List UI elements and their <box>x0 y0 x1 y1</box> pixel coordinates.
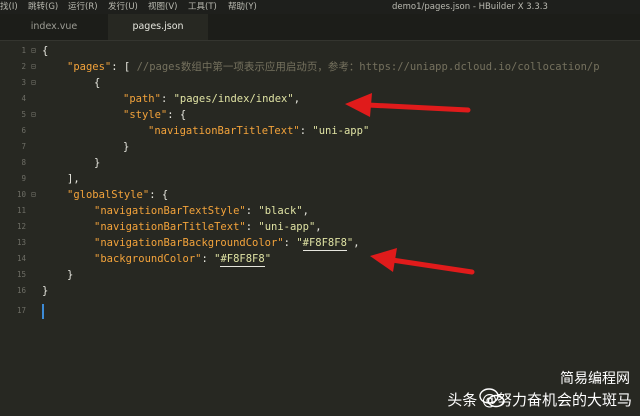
code-line-7: } <box>123 141 130 153</box>
code-line-4: "path": "pages/index/index", <box>123 93 301 105</box>
text-cursor <box>42 304 44 319</box>
tab-index-vue[interactable]: index.vue <box>0 14 108 40</box>
line-number: 15 <box>16 270 26 279</box>
menu-item-help[interactable]: 帮助(Y) <box>228 0 257 14</box>
line-number: 11 <box>16 206 26 215</box>
line-number: 16 <box>16 286 26 295</box>
tab-label: index.vue <box>30 21 78 32</box>
line-number: 9 <box>21 174 26 183</box>
code-line-1: { <box>42 45 49 57</box>
code-line-8: } <box>94 157 101 169</box>
watermark-source: 头条 <box>447 391 478 409</box>
code-line-14: "backgroundColor": "#F8F8F8" <box>94 253 272 267</box>
line-number: 2 <box>21 62 26 71</box>
line-number: 5 <box>21 110 26 119</box>
menu-item-publish[interactable]: 发行(U) <box>108 0 138 14</box>
tab-bar: index.vue pages.json <box>0 14 640 41</box>
line-number: 17 <box>16 306 26 315</box>
line-number: 6 <box>21 126 26 135</box>
code-line-12: "navigationBarTitleText": "uni-app", <box>94 221 322 233</box>
menu-item-tools[interactable]: 工具(T) <box>188 0 217 14</box>
fold-toggle-icon[interactable]: ⊟ <box>31 43 36 59</box>
menu-item-goto[interactable]: 跳转(G) <box>28 0 58 14</box>
line-number: 8 <box>21 158 26 167</box>
fold-toggle-icon[interactable]: ⊟ <box>31 59 36 75</box>
color-value-highlight: #F8F8F8 <box>302 237 347 251</box>
fold-toggle-icon[interactable]: ⊟ <box>31 107 36 123</box>
code-line-3: { <box>94 77 101 89</box>
code-line-10: "globalStyle": { <box>67 189 169 201</box>
watermark-at: @ <box>481 391 497 409</box>
code-line-2: "pages": [ //pages数组中第一项表示应用启动页，参考：https… <box>67 61 600 73</box>
watermark: 头条 @努力奋机会的大斑马 <box>447 389 632 410</box>
line-gutter: 1 2 3 4 5 6 7 8 9 10 11 12 13 14 15 16 1… <box>0 41 40 416</box>
color-value-highlight: #F8F8F8 <box>220 253 265 267</box>
watermark-channel: 简易编程网 <box>560 371 630 387</box>
menu-item-find[interactable]: 找(I) <box>0 0 18 14</box>
code-line-13: "navigationBarBackgroundColor": "#F8F8F8… <box>94 237 360 251</box>
tab-label: pages.json <box>132 21 184 32</box>
code-line-5: "style": { <box>123 109 187 121</box>
tab-pages-json[interactable]: pages.json <box>108 14 208 40</box>
menu-bar: 找(I) 跳转(G) 运行(R) 发行(U) 视图(V) 工具(T) 帮助(Y)… <box>0 0 640 14</box>
fold-toggle-icon[interactable]: ⊟ <box>31 75 36 91</box>
line-number: 14 <box>16 254 26 263</box>
menu-item-run[interactable]: 运行(R) <box>68 0 98 14</box>
line-number: 10 <box>16 190 26 199</box>
code-editor[interactable]: 1 2 3 4 5 6 7 8 9 10 11 12 13 14 15 16 1… <box>0 41 640 416</box>
code-line-11: "navigationBarTextStyle": "black", <box>94 205 309 217</box>
line-number: 1 <box>21 46 26 55</box>
line-number: 7 <box>21 142 26 151</box>
line-number: 3 <box>21 78 26 87</box>
window-title: demo1/pages.json - HBuilder X 3.3.3 <box>392 2 548 12</box>
watermark-author: 努力奋机会的大斑马 <box>496 391 632 409</box>
fold-toggle-icon[interactable]: ⊟ <box>31 187 36 203</box>
line-number: 12 <box>16 222 26 231</box>
code-line-16: } <box>42 285 49 297</box>
menu-item-view[interactable]: 视图(V) <box>148 0 177 14</box>
code-line-9: ], <box>67 173 80 185</box>
line-number: 4 <box>21 94 26 103</box>
code-line-6: "navigationBarTitleText": "uni-app" <box>148 125 370 137</box>
code-line-15: } <box>67 269 74 281</box>
line-number: 13 <box>16 238 26 247</box>
